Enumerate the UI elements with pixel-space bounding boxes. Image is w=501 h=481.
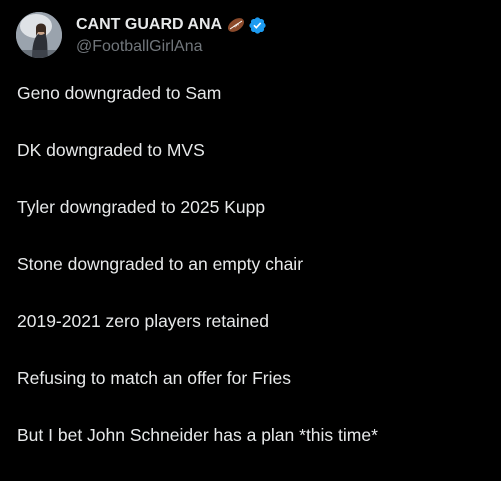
verified-badge-icon [248,16,267,35]
user-handle[interactable]: @FootballGirlAna [76,38,267,56]
tweet-line: Refusing to match an offer for Fries [17,368,291,388]
name-row: CANT GUARD ANA [76,14,267,36]
tweet-line: 2019-2021 zero players retained [17,311,269,331]
avatar[interactable] [16,12,62,58]
avatar-image [16,12,62,58]
football-icon [226,16,246,34]
tweet-line: Stone downgraded to an empty chair [17,254,304,274]
tweet-line: But I bet John Schneider has a plan *thi… [17,425,378,445]
display-name[interactable]: CANT GUARD ANA [76,16,222,34]
tweet-header: CANT GUARD ANA @FootballGirlAna [76,14,267,58]
tweet-line: Tyler downgraded to 2025 Kupp [17,197,266,217]
tweet-line: DK downgraded to MVS [17,140,205,160]
tweet-card: CANT GUARD ANA @FootballGirlAna Geno dow… [0,0,501,466]
tweet-text: Geno downgraded to Sam DK downgraded to … [17,82,487,481]
tweet-line: Geno downgraded to Sam [17,83,222,103]
